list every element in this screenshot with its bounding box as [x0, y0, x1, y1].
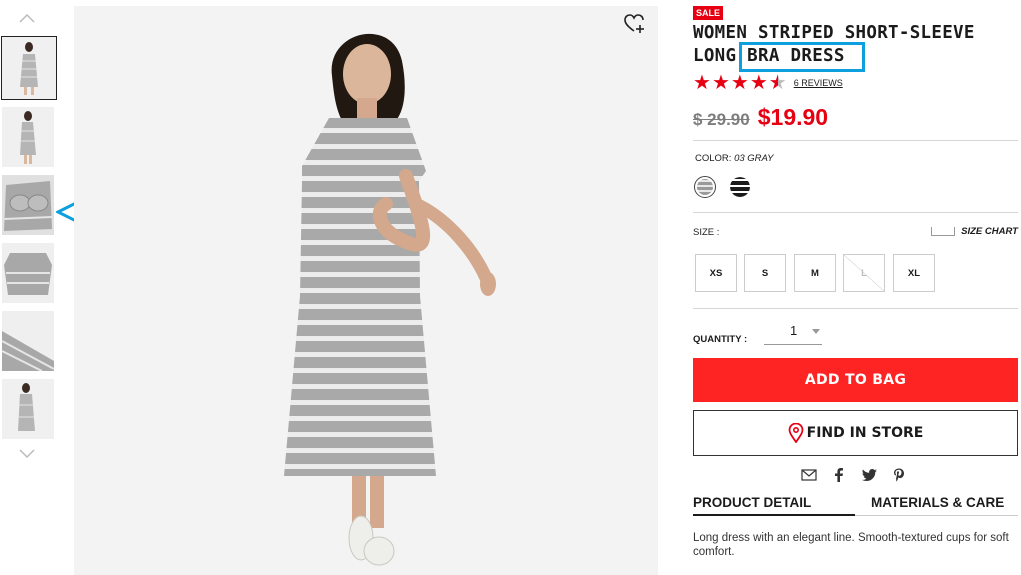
thumbnail-gallery — [0, 0, 58, 575]
thumbnail-5[interactable] — [2, 311, 54, 371]
color-value: 03 GRAY — [734, 153, 774, 164]
location-pin-icon — [788, 423, 804, 443]
divider — [693, 212, 1018, 213]
thumbnail-3[interactable] — [2, 175, 54, 235]
rating-row: ★ ★ ★ ★ ★ 6 REVIEWS — [693, 73, 843, 93]
thumbnail-down-arrow-icon[interactable] — [18, 448, 36, 460]
product-description: Long dress with an elegant line. Smooth-… — [693, 532, 1009, 558]
quantity-select[interactable]: 1 — [764, 320, 822, 345]
star-icon: ★ — [693, 72, 711, 94]
size-option-xl[interactable]: XL — [893, 254, 935, 292]
black-stripe-swatch-fill — [730, 177, 750, 197]
star-half-icon: ★ — [768, 72, 787, 94]
facebook-icon[interactable] — [831, 467, 847, 483]
reviews-link[interactable]: 6 REVIEWS — [794, 78, 843, 88]
find-in-store-button[interactable]: FIND IN STORE — [693, 410, 1018, 456]
size-option-s[interactable]: S — [744, 254, 786, 292]
sale-badge: SALE — [693, 6, 724, 20]
email-icon[interactable] — [801, 467, 817, 483]
original-price: $ 29.90 — [693, 110, 750, 129]
size-option-m[interactable]: M — [794, 254, 836, 292]
size-option-xs[interactable]: XS — [695, 254, 737, 292]
add-to-bag-button[interactable]: ADD TO BAG — [693, 358, 1018, 402]
main-product-image[interactable] — [74, 6, 658, 575]
color-swatch-gray[interactable] — [694, 176, 716, 198]
quantity-label: QUANTITY : — [693, 334, 748, 345]
tab-materials-care[interactable]: MATERIALS & CARE — [871, 495, 1004, 510]
gray-stripe-swatch-fill — [697, 179, 713, 195]
twitter-icon[interactable] — [861, 467, 877, 483]
thumbnail-1[interactable] — [1, 36, 57, 100]
price-row: $ 29.90 $19.90 — [693, 104, 828, 131]
size-chart-link[interactable]: SIZE CHART — [931, 226, 1018, 237]
divider — [693, 140, 1018, 141]
tab-product-detail[interactable]: PRODUCT DETAIL — [693, 495, 811, 510]
sale-price: $19.90 — [757, 104, 829, 130]
thumbnail-2[interactable] — [2, 107, 54, 167]
share-row — [801, 467, 921, 483]
star-icon: ★ — [749, 72, 768, 94]
divider — [693, 308, 1018, 309]
highlight-annotation-box — [739, 42, 865, 72]
find-in-store-label: FIND IN STORE — [806, 425, 924, 441]
chevron-down-icon — [812, 329, 820, 334]
star-icon: ★ — [730, 72, 749, 94]
color-label: COLOR: 03 GRAY — [695, 153, 774, 164]
size-option-l[interactable]: L — [843, 254, 885, 292]
thumbnail-6[interactable] — [2, 379, 54, 439]
star-icon: ★ — [711, 72, 730, 94]
thumbnail-4[interactable] — [2, 243, 54, 303]
pinterest-icon[interactable] — [891, 467, 907, 483]
active-tab-indicator — [693, 514, 855, 516]
color-swatch-black[interactable] — [730, 177, 750, 197]
ruler-icon — [931, 227, 956, 236]
wishlist-heart-icon[interactable] — [624, 14, 646, 34]
size-label: SIZE : — [693, 227, 720, 238]
thumbnail-up-arrow-icon[interactable] — [18, 12, 36, 24]
quantity-value: 1 — [790, 323, 798, 338]
model-illustration — [74, 6, 658, 575]
